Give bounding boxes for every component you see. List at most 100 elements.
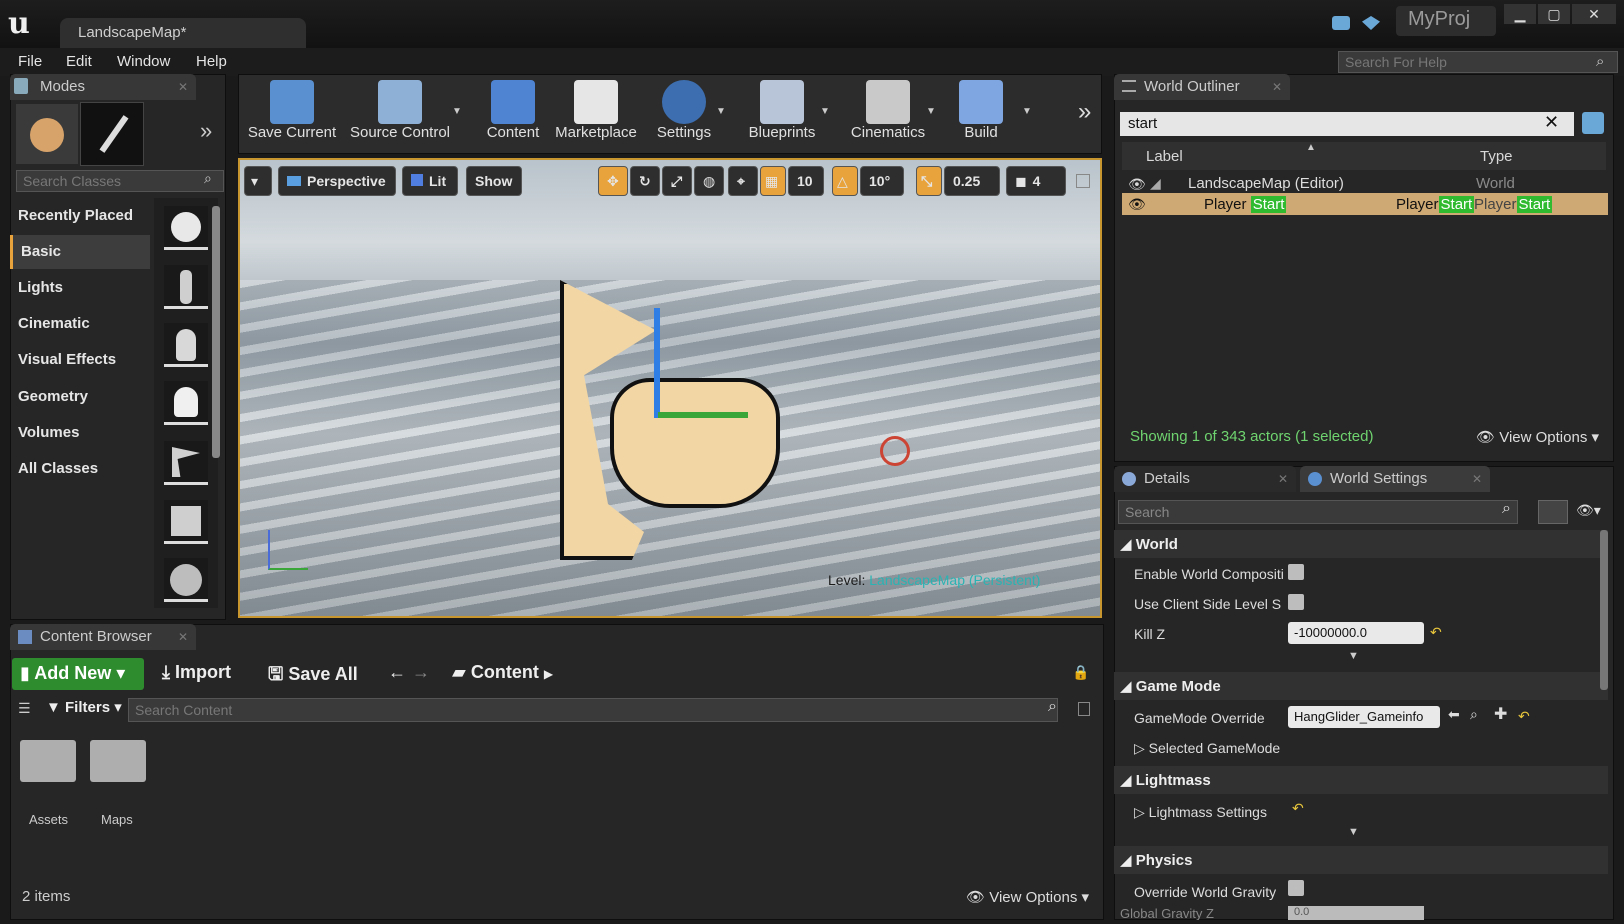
dropdown-arrow-icon[interactable]: ▼ [1022,106,1032,117]
world-space-button[interactable]: ◍ [694,166,724,196]
target-marker-icon[interactable] [880,436,910,466]
build-button[interactable]: Build [952,76,1010,154]
close-icon[interactable]: ✕ [1278,472,1288,486]
sources-toggle-icon[interactable]: ☰ [18,700,31,717]
mode-category-lights[interactable]: Lights [10,271,150,305]
property-matrix-button[interactable] [1538,500,1568,524]
rotation-snap-toggle[interactable]: △ [832,166,858,196]
save-all-button[interactable]: 🖫 Save All [268,662,358,692]
menu-window[interactable]: Window [117,53,170,70]
rotation-snap-value[interactable]: 10° [860,166,904,196]
camera-speed-button[interactable]: ◼ 4 [1006,166,1066,196]
close-icon[interactable]: ✕ [178,80,188,94]
content-search-input[interactable]: Search Content [128,698,1058,722]
clear-search-icon[interactable]: ✕ [1544,112,1559,133]
pawn-thumbnail[interactable] [164,323,208,367]
grid-snap-value[interactable]: 10 [788,166,824,196]
reset-default-icon[interactable]: ↶ [1292,800,1304,817]
blueprints-button[interactable]: Blueprints [742,76,822,154]
reset-default-icon[interactable]: ↶ [1518,708,1530,725]
dropdown-arrow-icon[interactable]: ▼ [926,106,936,117]
marketplace-button[interactable]: Marketplace [552,76,640,154]
close-icon[interactable]: ✕ [178,630,188,644]
sphere2-thumbnail[interactable] [164,558,208,602]
save-search-icon[interactable] [1078,702,1090,716]
gizmo-z-axis[interactable] [654,308,660,418]
world-settings-tab[interactable]: World Settings ✕ [1300,466,1490,492]
outliner-row-world[interactable]: LandscapeMap (Editor) [1188,175,1344,192]
menu-help[interactable]: Help [196,53,227,70]
world-outliner-tab[interactable]: World Outliner ✕ [1114,74,1290,100]
label-column-header[interactable]: Label [1146,148,1183,165]
grid-snap-toggle[interactable]: ▦ [760,166,786,196]
rotate-mode-button[interactable]: ↻ [630,166,660,196]
maximize-button[interactable]: ▢ [1538,4,1570,24]
category-game-mode[interactable]: ◢ Game Mode [1114,672,1608,700]
gizmo-y-axis[interactable] [658,412,748,418]
help-search-input[interactable]: Search For Help [1338,51,1618,73]
gamemode-override-select[interactable]: HangGlider_Gameinfo [1288,706,1440,728]
gamepad-icon[interactable] [610,378,780,508]
cube-thumbnail[interactable] [164,500,208,544]
content-path[interactable]: ▰ Content ▶ [452,662,553,683]
chat-icon[interactable] [1332,16,1350,30]
menu-file[interactable]: File [18,53,42,70]
category-world[interactable]: ◢ World [1114,530,1608,558]
folder-maps-label[interactable]: Maps [101,812,133,827]
surface-snap-button[interactable]: ⌖ [728,166,758,196]
document-tab[interactable]: LandscapeMap* [60,18,306,48]
reset-default-icon[interactable]: ↶ [1430,624,1442,641]
settings-button[interactable]: Settings [650,76,718,154]
paint-mode-button[interactable] [80,102,144,166]
back-arrow-icon[interactable]: ← [388,662,406,683]
sphere-thumbnail[interactable] [164,206,208,250]
details-scrollbar[interactable] [1600,530,1608,690]
lock-icon[interactable]: 🔒 [1072,664,1089,681]
mode-category-recently-placed[interactable]: Recently Placed [10,199,150,233]
character-thumbnail[interactable] [164,265,208,309]
source-control-button[interactable]: Source Control [348,76,452,154]
override-world-gravity-checkbox[interactable] [1288,880,1304,896]
viewport[interactable]: Level: LandscapeMap (Persistent) [238,158,1102,618]
forward-arrow-icon[interactable]: → [412,662,430,683]
translate-mode-button[interactable]: ✥ [598,166,628,196]
details-search-input[interactable]: Search [1118,500,1518,524]
modes-tab[interactable]: Modes ✕ [10,74,196,100]
modes-scrollbar[interactable] [212,206,220,458]
save-current-button[interactable]: Save Current [242,76,342,154]
folder-assets-label[interactable]: Assets [29,812,68,827]
visibility-eye-icon[interactable]: 👁 [1128,176,1146,193]
close-icon[interactable]: ✕ [1472,472,1482,486]
folder-icon[interactable] [90,740,146,782]
outliner-view-options[interactable]: 👁 View Options ▾ [1476,428,1599,446]
mode-category-basic[interactable]: Basic [10,235,150,269]
mode-category-geometry[interactable]: Geometry [10,380,150,414]
mode-category-cinematic[interactable]: Cinematic [10,307,150,341]
show-button[interactable]: Show [466,166,522,196]
viewport-options-button[interactable]: ▾ [244,166,272,196]
perspective-button[interactable]: Perspective [278,166,396,196]
category-lightmass[interactable]: ◢ Lightmass [1114,766,1608,794]
expand-arrow-icon[interactable]: ◢ [1150,175,1161,192]
add-new-button[interactable]: ▮ Add New ▾ [12,658,144,690]
mode-category-volumes[interactable]: Volumes [10,416,150,450]
selected-gamemode-row[interactable]: ▷ Selected GameMode [1120,732,1608,762]
chevron-right-icon[interactable]: » [1078,98,1091,126]
kill-z-input[interactable]: -10000000.0 [1288,622,1424,644]
player-start-thumbnail[interactable] [164,441,208,485]
chevron-right-icon[interactable]: » [200,118,212,144]
import-button[interactable]: ⤓ Import [162,662,231,683]
close-window-button[interactable]: ✕ [1572,4,1616,24]
scale-snap-toggle[interactable]: ⤡ [916,166,942,196]
mode-category-all-classes[interactable]: All Classes [10,452,150,486]
mode-category-visual-effects[interactable]: Visual Effects [10,343,150,377]
menu-edit[interactable]: Edit [66,53,92,70]
lit-button[interactable]: Lit [402,166,458,196]
global-gravity-input[interactable]: 0.0 [1288,906,1424,920]
scale-snap-value[interactable]: 0.25 [944,166,1000,196]
content-browser-tab[interactable]: Content Browser ✕ [10,624,196,650]
category-physics[interactable]: ◢ Physics [1114,846,1608,874]
lightmass-settings-row[interactable]: ▷ Lightmass Settings [1120,796,1608,826]
add-actor-icon[interactable] [1582,112,1604,134]
advanced-expand-icon[interactable]: ▼ [1348,650,1359,662]
